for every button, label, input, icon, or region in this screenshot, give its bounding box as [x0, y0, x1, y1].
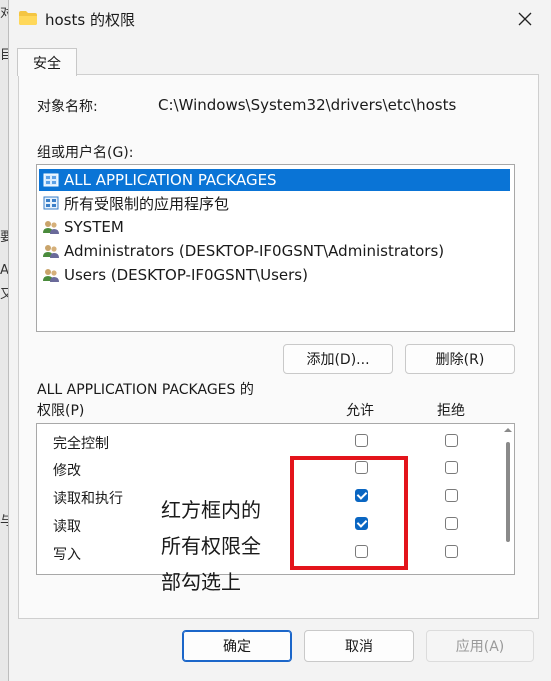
allow-checkbox[interactable] — [355, 489, 368, 502]
list-item-label: Users (DESKTOP-IF0GSNT\Users) — [64, 266, 308, 284]
permissions-label: 权限(P) — [37, 403, 85, 419]
permission-label: 读取和执行 — [53, 491, 123, 507]
deny-checkbox[interactable] — [445, 461, 458, 474]
list-item-label: 所有受限制的应用程序包 — [64, 194, 230, 213]
permission-row: 读取和执行 — [37, 484, 497, 512]
object-name-value: C:\Windows\System32\drivers\etc\hosts — [158, 96, 457, 114]
allow-checkbox[interactable] — [355, 434, 368, 447]
list-item[interactable]: SYSTEM — [43, 216, 124, 238]
permission-row: 读取 — [37, 512, 497, 540]
list-item-label: ALL APPLICATION PACKAGES — [64, 171, 277, 189]
close-button[interactable] — [505, 2, 545, 36]
annotation-text: 部勾选上 — [161, 570, 241, 594]
users-icon — [43, 221, 59, 234]
permission-row: 完全控制 — [37, 429, 497, 457]
permissions-list[interactable]: 完全控制 修改 读取和执行 读取 写入 — [36, 423, 515, 575]
groups-label: 组或用户名(G): — [37, 145, 134, 161]
deny-checkbox[interactable] — [445, 517, 458, 530]
deny-checkbox[interactable] — [445, 545, 458, 558]
annotation-text: 红方框内的 — [161, 498, 261, 522]
ok-button[interactable]: 确定 — [182, 630, 292, 662]
package-icon — [43, 196, 59, 210]
permission-label: 修改 — [53, 463, 81, 479]
window-title: hosts 的权限 — [45, 11, 135, 29]
folder-icon — [19, 11, 37, 25]
list-item[interactable]: ALL APPLICATION PACKAGES — [39, 169, 510, 191]
allow-header: 允许 — [346, 403, 374, 419]
users-icon — [43, 245, 59, 258]
cancel-button[interactable]: 取消 — [304, 630, 414, 662]
users-icon — [43, 269, 59, 282]
scroll-up-icon[interactable] — [504, 426, 512, 434]
object-name-label: 对象名称: — [37, 99, 98, 115]
allow-checkbox[interactable] — [355, 461, 368, 474]
deny-checkbox[interactable] — [445, 434, 458, 447]
list-item-label: Administrators (DESKTOP-IF0GSNT\Administ… — [64, 242, 445, 260]
annotation-text: 所有权限全 — [161, 534, 261, 558]
title-bar[interactable]: hosts 的权限 — [9, 0, 551, 40]
groups-listbox[interactable]: ALL APPLICATION PACKAGES 所有受限制的应用程序包 SYS… — [36, 164, 515, 332]
apply-button[interactable]: 应用(A) — [426, 630, 534, 662]
add-button[interactable]: 添加(D)... — [283, 344, 393, 374]
permission-row: 写入 — [37, 540, 497, 568]
list-item-label: SYSTEM — [64, 218, 124, 236]
list-item[interactable]: Administrators (DESKTOP-IF0GSNT\Administ… — [43, 240, 444, 262]
close-icon — [518, 12, 532, 26]
list-item[interactable]: Users (DESKTOP-IF0GSNT\Users) — [43, 264, 308, 286]
allow-checkbox[interactable] — [355, 545, 368, 558]
scrollbar-thumb[interactable] — [506, 442, 510, 542]
permission-label: 写入 — [53, 547, 81, 563]
permissions-title: ALL APPLICATION PACKAGES 的 — [37, 382, 254, 398]
permission-label: 完全控制 — [53, 436, 109, 452]
deny-checkbox[interactable] — [445, 489, 458, 502]
remove-button[interactable]: 删除(R) — [405, 344, 515, 374]
permissions-dialog: hosts 的权限 安全 对象名称: C:\Windows\System32\d… — [8, 0, 551, 681]
list-item[interactable]: 所有受限制的应用程序包 — [43, 192, 229, 214]
allow-checkbox[interactable] — [355, 517, 368, 530]
deny-header: 拒绝 — [437, 403, 465, 419]
tab-security[interactable]: 安全 — [17, 48, 77, 76]
permission-row: 修改 — [37, 456, 497, 484]
permission-label: 读取 — [53, 519, 81, 535]
package-icon — [43, 173, 59, 187]
